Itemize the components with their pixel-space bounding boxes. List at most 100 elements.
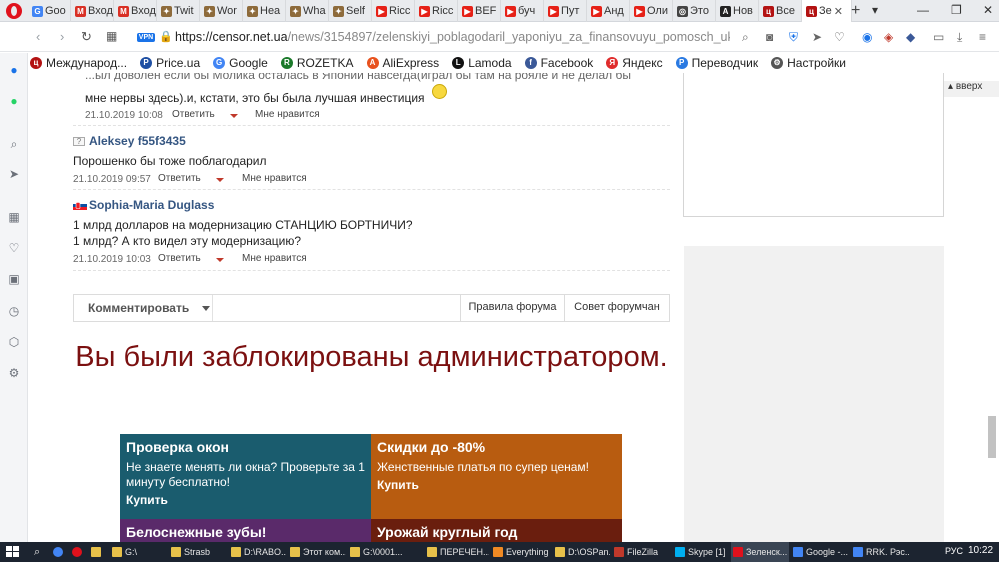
sync-icon[interactable]: ◉ bbox=[862, 30, 872, 44]
bookmark-item[interactable]: P Price.ua bbox=[140, 56, 200, 70]
heart-icon[interactable]: ♡ bbox=[7, 241, 21, 255]
like-link[interactable]: Мне нравится bbox=[242, 173, 307, 184]
shield-icon[interactable]: ⛨ bbox=[789, 30, 798, 45]
vpn-badge[interactable]: VPN bbox=[137, 33, 155, 42]
explorer-icon[interactable] bbox=[89, 542, 103, 562]
messenger-icon[interactable]: ● bbox=[7, 63, 21, 77]
tab[interactable]: A Нов bbox=[716, 0, 759, 22]
chevron-down-icon[interactable] bbox=[202, 306, 210, 311]
search-icon[interactable]: ⌕ bbox=[742, 30, 749, 45]
forward-icon[interactable]: › bbox=[60, 29, 64, 44]
like-link[interactable]: Мне нравится bbox=[255, 109, 320, 120]
tab[interactable]: ✦ Hea bbox=[243, 0, 286, 22]
url-field[interactable]: https://censor.net.ua/news/3154897/zelen… bbox=[175, 30, 730, 44]
bookmark-item[interactable]: Я Яндекс bbox=[606, 56, 663, 70]
tab[interactable]: M Вход bbox=[114, 0, 157, 22]
close-window-icon[interactable]: ✕ bbox=[983, 3, 993, 17]
taskbar-item[interactable]: Google -... bbox=[791, 542, 849, 562]
send-icon[interactable]: ➤ bbox=[812, 30, 822, 44]
addon-icon[interactable]: ◆ bbox=[906, 30, 915, 44]
vote-down-icon[interactable] bbox=[216, 178, 224, 182]
settings-icon[interactable]: ⚙ bbox=[7, 366, 21, 380]
tab[interactable]: ✦ Wha bbox=[286, 0, 329, 22]
reload-icon[interactable]: ↻ bbox=[81, 29, 92, 45]
reply-link[interactable]: Ответить bbox=[172, 109, 215, 120]
tab[interactable]: ▶ Ricc bbox=[372, 0, 415, 22]
taskbar-item[interactable]: D:\OSPan... bbox=[553, 542, 610, 562]
vote-down-icon[interactable] bbox=[216, 258, 224, 262]
bookmark-item[interactable]: A AliExpress bbox=[366, 56, 439, 70]
ad-buy-link[interactable]: Купить bbox=[126, 493, 365, 507]
ad-card[interactable]: Урожай круглый год bbox=[371, 519, 622, 542]
tab[interactable]: ◎ Это bbox=[673, 0, 716, 22]
opera-menu-icon[interactable] bbox=[6, 3, 22, 19]
taskbar-item[interactable]: Этот ком... bbox=[288, 542, 346, 562]
vote-down-icon[interactable] bbox=[230, 114, 238, 118]
opera-icon[interactable] bbox=[70, 542, 84, 562]
new-tab-button[interactable]: + bbox=[851, 2, 860, 20]
scrollbar[interactable] bbox=[988, 416, 996, 458]
minimize-icon[interactable]: — bbox=[917, 3, 929, 17]
tab[interactable]: ✦ Wor bbox=[200, 0, 243, 22]
bookmark-item[interactable]: ⚙ Настройки bbox=[771, 56, 846, 70]
box-icon[interactable]: ⬡ bbox=[7, 335, 21, 349]
taskbar-item[interactable]: RRK. Рэс... bbox=[851, 542, 909, 562]
taskbar-item[interactable]: Зеленск... bbox=[731, 542, 789, 562]
bookmark-item[interactable]: ц Международ... bbox=[30, 56, 127, 70]
ad-card[interactable]: Скидки до -80% Женственные платья по суп… bbox=[371, 434, 622, 519]
tab[interactable]: G Goo bbox=[28, 0, 71, 22]
tab[interactable]: M Вход bbox=[71, 0, 114, 22]
tab[interactable]: ▶ буч bbox=[501, 0, 544, 22]
like-link[interactable]: Мне нравится bbox=[242, 253, 307, 264]
bookmark-item[interactable]: f Facebook bbox=[524, 56, 593, 70]
speed-dial-icon[interactable]: ▦ bbox=[7, 210, 21, 224]
forum-rules-button[interactable]: Правила форума bbox=[460, 295, 564, 321]
taskbar-item[interactable]: Skype [1] bbox=[673, 542, 729, 562]
search-icon[interactable]: ⌕ bbox=[32, 542, 46, 562]
whatsapp-icon[interactable]: ● bbox=[7, 94, 21, 108]
back-icon[interactable]: ‹ bbox=[36, 29, 40, 44]
speed-dial-icon[interactable]: ▦ bbox=[106, 29, 117, 43]
tab-active[interactable]: ц Зе ✕ bbox=[802, 0, 852, 22]
taskbar-item[interactable]: D:\RABO... bbox=[229, 542, 286, 562]
scroll-top-button[interactable]: ▴ вверх bbox=[944, 81, 999, 97]
reply-link[interactable]: Ответить bbox=[158, 173, 201, 184]
chrome-icon[interactable] bbox=[51, 542, 65, 562]
comment-author[interactable]: Aleksey f55f3435 bbox=[89, 134, 186, 148]
language-indicator[interactable]: РУС bbox=[945, 546, 963, 556]
forum-advice-button[interactable]: Совет форумчан bbox=[564, 295, 669, 321]
clock[interactable]: 10:22 bbox=[968, 545, 993, 556]
menu-icon[interactable]: ≡ bbox=[979, 30, 986, 44]
ad-buy-link[interactable]: Купить bbox=[377, 478, 616, 492]
ad-card[interactable]: Проверка окон Не знаете менять ли окна? … bbox=[120, 434, 371, 519]
bookmark-item[interactable]: G Google bbox=[213, 56, 268, 70]
restore-icon[interactable]: ❐ bbox=[951, 3, 962, 17]
history-icon[interactable]: ◷ bbox=[7, 304, 21, 318]
ad-card[interactable]: Белоснежные зубы! bbox=[120, 519, 371, 542]
bookmark-item[interactable]: P Переводчик bbox=[675, 56, 758, 70]
tab[interactable]: ▶ Пут bbox=[544, 0, 587, 22]
reply-link[interactable]: Ответить bbox=[158, 253, 201, 264]
bookmark-item[interactable]: L Lamoda bbox=[452, 56, 512, 70]
tab[interactable]: ц Все bbox=[759, 0, 802, 22]
taskbar-item[interactable]: Everything bbox=[491, 542, 551, 562]
battery-icon[interactable]: ▭ bbox=[933, 30, 944, 44]
bookmark-item[interactable]: R ROZETKA bbox=[280, 56, 354, 70]
taskbar-item[interactable]: FileZilla bbox=[612, 542, 671, 562]
search-icon[interactable]: ⌕ bbox=[7, 137, 21, 151]
taskbar-item[interactable]: ПЕРЕЧЕН... bbox=[425, 542, 489, 562]
tab[interactable]: ▶ Оли bbox=[630, 0, 673, 22]
taskbar-item[interactable]: G:\0001... bbox=[348, 542, 406, 562]
extension-icon[interactable]: ◈ bbox=[884, 30, 893, 44]
camera-icon[interactable]: ◙ bbox=[766, 30, 773, 44]
comment-button[interactable]: Комментировать bbox=[74, 295, 213, 321]
windows-start-icon[interactable] bbox=[6, 546, 19, 558]
news-icon[interactable]: ▣ bbox=[7, 272, 21, 286]
download-icon[interactable]: ⤓ bbox=[957, 30, 962, 45]
send-icon[interactable]: ➤ bbox=[7, 167, 21, 181]
taskbar-item[interactable]: G:\ bbox=[110, 542, 167, 562]
heart-icon[interactable]: ♡ bbox=[834, 30, 845, 44]
lock-icon[interactable]: 🔒 bbox=[159, 30, 173, 43]
tab[interactable]: ▶ Анд bbox=[587, 0, 630, 22]
tab[interactable]: ▶ BEF bbox=[458, 0, 501, 22]
